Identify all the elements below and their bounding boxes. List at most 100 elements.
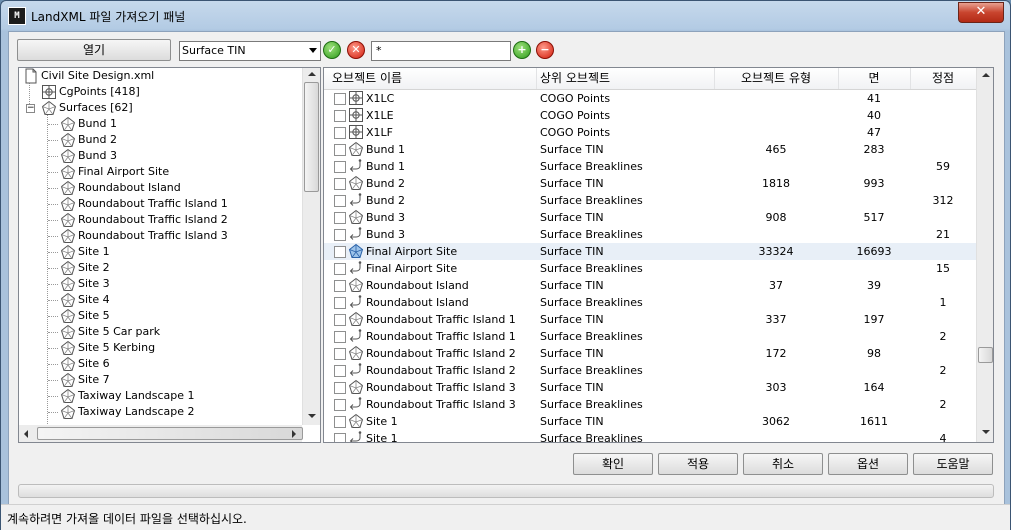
table-row[interactable]: Roundabout Traffic Island 3 Surface Break…	[324, 396, 976, 413]
tree-vertical-scrollbar[interactable]	[302, 68, 320, 425]
grid-vertical-scrollbar[interactable]	[976, 68, 993, 442]
plus-icon[interactable]: +	[513, 41, 531, 59]
file-tree[interactable]: Civil Site Design.xml CgPoints [418] − Surf…	[18, 67, 321, 443]
tree-item-surface[interactable]: Bund 1	[60, 116, 117, 132]
tree-item-surface[interactable]: Roundabout Traffic Island 2	[60, 212, 228, 228]
col-object-name[interactable]: 오브젝트 이름	[324, 68, 537, 89]
table-row[interactable]: Roundabout Traffic Island 2 Surface Break…	[324, 362, 976, 379]
ok-button[interactable]: 확인	[573, 453, 653, 475]
grid-scroll-up-icon[interactable]	[982, 73, 990, 77]
minus-icon[interactable]: −	[536, 41, 554, 59]
table-row[interactable]: Roundabout Traffic Island 1 Surface TIN 33…	[324, 311, 976, 328]
object-grid[interactable]: 오브젝트 이름 상위 오브젝트 오브젝트 유형 면 정점 X1LC COGO Po…	[323, 67, 994, 443]
chevron-down-icon[interactable]	[309, 48, 317, 53]
tree-item-surface[interactable]: Site 6	[60, 356, 110, 372]
tree-item-surface[interactable]: Roundabout Traffic Island 3	[60, 228, 228, 244]
open-button[interactable]: 열기	[17, 39, 171, 61]
row-checkbox[interactable]	[334, 127, 346, 139]
x-icon[interactable]: ✕	[347, 41, 365, 59]
table-row[interactable]: X1LF COGO Points 47	[324, 124, 976, 141]
table-row[interactable]: Roundabout Island Surface Breaklines 1	[324, 294, 976, 311]
tree-item-surface[interactable]: Bund 3	[60, 148, 117, 164]
tree-root-file[interactable]: Civil Site Design.xml	[23, 68, 154, 84]
table-row[interactable]: Roundabout Island Surface TIN 37 39	[324, 277, 976, 294]
table-row[interactable]: X1LE COGO Points 40	[324, 107, 976, 124]
tree-item-cgpoints[interactable]: CgPoints [418]	[41, 84, 140, 100]
collapse-icon[interactable]: −	[26, 104, 35, 113]
row-checkbox[interactable]	[334, 382, 346, 394]
row-checkbox[interactable]	[334, 365, 346, 377]
tree-item-surface[interactable]: Taxiway Landscape 1	[60, 388, 195, 404]
col-faces[interactable]: 면	[838, 68, 911, 89]
row-checkbox[interactable]	[334, 178, 346, 190]
tree-item-surface[interactable]: Site 5 Car park	[60, 324, 160, 340]
scroll-down-icon[interactable]	[308, 414, 316, 418]
tree-item-surface[interactable]: Site 3	[60, 276, 110, 292]
options-button[interactable]: 옵션	[828, 453, 908, 475]
cancel-button[interactable]: 취소	[743, 453, 823, 475]
tree-item-surface[interactable]: Site 5	[60, 308, 110, 324]
object-type-select[interactable]: Surface TIN	[179, 41, 321, 61]
tree-item-surface[interactable]: Site 7	[60, 372, 110, 388]
row-checkbox[interactable]	[334, 161, 346, 173]
scroll-right-icon[interactable]	[292, 430, 296, 438]
row-checkbox[interactable]	[334, 246, 346, 258]
table-row[interactable]: Bund 1 Surface Breaklines 59	[324, 158, 976, 175]
tree-item-surface[interactable]: Roundabout Traffic Island 1	[60, 196, 228, 212]
grid-scroll-thumb[interactable]	[978, 347, 993, 363]
table-row[interactable]: Bund 3 Surface Breaklines 21	[324, 226, 976, 243]
surface-icon	[60, 340, 76, 356]
tree-item-surface[interactable]: Roundabout Island	[60, 180, 181, 196]
table-row[interactable]: X1LC COGO Points 41	[324, 90, 976, 107]
tree-item-surfaces[interactable]: − Surfaces [62]	[26, 100, 133, 116]
help-button[interactable]: 도움말	[913, 453, 993, 475]
row-checkbox[interactable]	[334, 144, 346, 156]
filter-input[interactable]: *	[371, 41, 511, 61]
scroll-up-icon[interactable]	[308, 72, 316, 76]
table-row[interactable]: Roundabout Traffic Island 3 Surface TIN 30…	[324, 379, 976, 396]
table-row[interactable]: Final Airport Site Surface TIN 33324 16693	[324, 243, 976, 260]
tree-item-surface[interactable]: Site 5 Kerbing	[60, 340, 155, 356]
row-checkbox[interactable]	[334, 331, 346, 343]
table-row[interactable]: Bund 2 Surface Breaklines 312	[324, 192, 976, 209]
table-row[interactable]: Roundabout Traffic Island 1 Surface Break…	[324, 328, 976, 345]
row-checkbox[interactable]	[334, 297, 346, 309]
table-row[interactable]: Bund 3 Surface TIN 908 517	[324, 209, 976, 226]
apply-button[interactable]: 적용	[658, 453, 738, 475]
check-icon[interactable]: ✓	[323, 41, 341, 59]
tree-item-surface[interactable]: Site 1	[60, 244, 110, 260]
tree-scroll-thumb[interactable]	[304, 82, 319, 192]
tree-item-surface[interactable]: Site 2	[60, 260, 110, 276]
table-row[interactable]: Roundabout Traffic Island 2 Surface TIN 17…	[324, 345, 976, 362]
tree-item-surface[interactable]: Final Airport Site	[60, 164, 169, 180]
row-checkbox[interactable]	[334, 348, 346, 360]
tree-hscroll-thumb[interactable]	[37, 427, 303, 440]
tree-horizontal-scrollbar[interactable]	[19, 425, 303, 442]
title-bar[interactable]: M LandXML 파일 가져오기 패널 ✕	[1, 1, 1010, 31]
table-row[interactable]: Bund 1 Surface TIN 465 283	[324, 141, 976, 158]
row-checkbox[interactable]	[334, 212, 346, 224]
table-row[interactable]: Bund 2 Surface TIN 1818 993	[324, 175, 976, 192]
tree-item-surface[interactable]: Bund 2	[60, 132, 117, 148]
row-checkbox[interactable]	[334, 93, 346, 105]
row-checkbox[interactable]	[334, 399, 346, 411]
table-row[interactable]: Site 1 Surface TIN 3062 1611	[324, 413, 976, 430]
row-checkbox[interactable]	[334, 416, 346, 428]
row-checkbox[interactable]	[334, 314, 346, 326]
row-checkbox[interactable]	[334, 229, 346, 241]
grid-scroll-down-icon[interactable]	[982, 430, 990, 434]
tree-item-surface[interactable]: Site 4	[60, 292, 110, 308]
table-row[interactable]: Site 1 Surface Breaklines 4	[324, 430, 976, 442]
tree-item-surface[interactable]: Taxiway Landscape 2	[60, 404, 195, 420]
table-row[interactable]: Final Airport Site Surface Breaklines 15	[324, 260, 976, 277]
row-checkbox[interactable]	[334, 110, 346, 122]
close-button[interactable]: ✕	[958, 2, 1004, 23]
col-parent-object[interactable]: 상위 오브젝트	[536, 68, 715, 89]
row-checkbox[interactable]	[334, 433, 346, 442]
row-checkbox[interactable]	[334, 280, 346, 292]
col-vertices[interactable]: 정점	[910, 68, 977, 89]
row-checkbox[interactable]	[334, 263, 346, 275]
scroll-left-icon[interactable]	[24, 430, 28, 438]
col-object-type[interactable]: 오브젝트 유형	[714, 68, 839, 89]
row-checkbox[interactable]	[334, 195, 346, 207]
